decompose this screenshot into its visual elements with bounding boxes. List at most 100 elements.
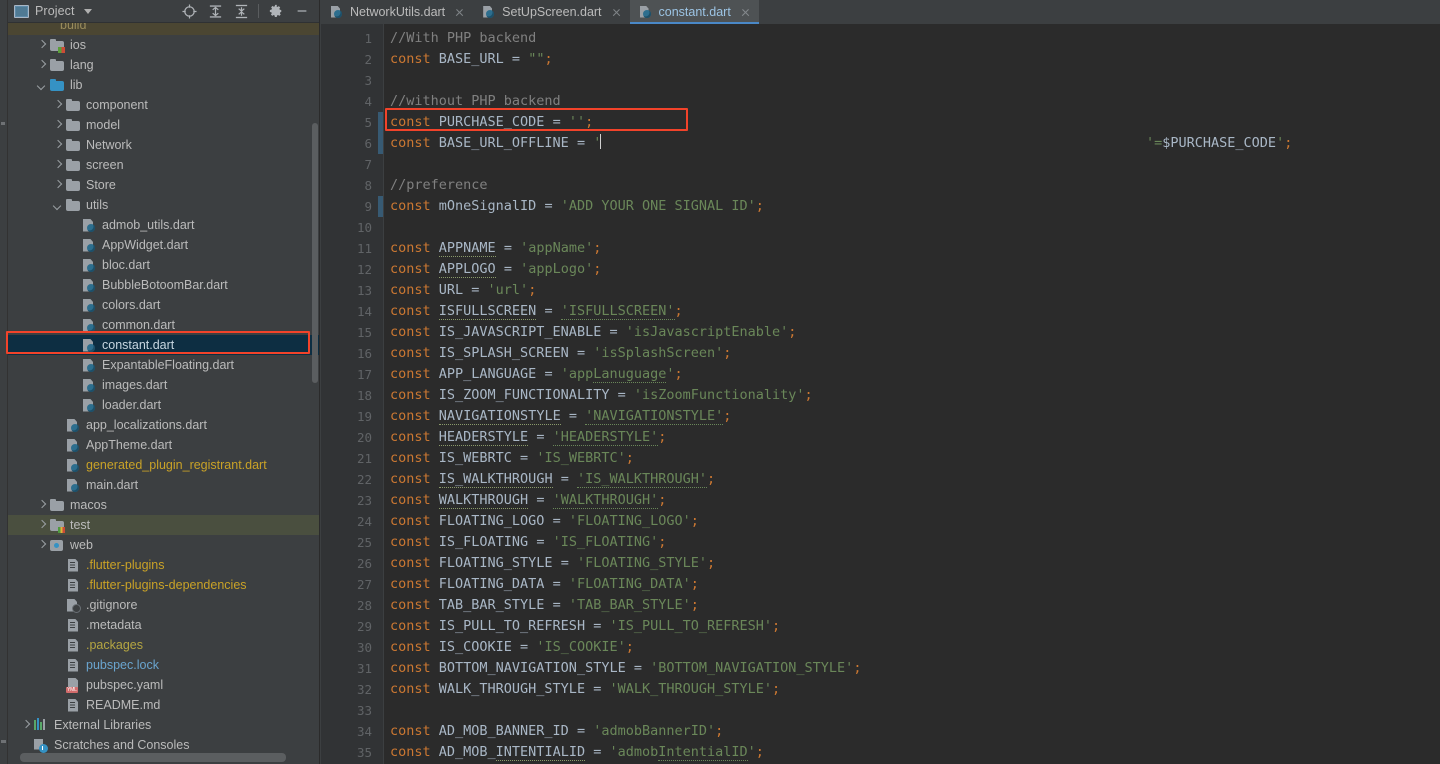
chevron-right-icon[interactable] xyxy=(36,40,47,51)
code-line[interactable]: const IS_JAVASCRIPT_ENABLE = 'isJavascri… xyxy=(390,322,1440,343)
code-line[interactable]: const APP_LANGUAGE = 'appLanuguage'; xyxy=(390,364,1440,385)
code-line[interactable]: //without PHP backend xyxy=(390,91,1440,112)
code-line[interactable]: const mOneSignalID = 'ADD YOUR ONE SIGNA… xyxy=(390,196,1440,217)
code-line[interactable]: const IS_WALKTHROUGH = 'IS_WALKTHROUGH'; xyxy=(390,469,1440,490)
code-line[interactable]: const FLOATING_DATA = 'FLOATING_DATA'; xyxy=(390,574,1440,595)
chevron-right-icon[interactable] xyxy=(36,500,47,511)
code-line[interactable] xyxy=(390,70,1440,91)
tree-item-generated-plugin-registrant-dart[interactable]: generated_plugin_registrant.dart xyxy=(8,455,319,475)
tree-item-constant-dart[interactable]: constant.dart xyxy=(8,335,319,355)
code-line[interactable]: const BOTTOM_NAVIGATION_STYLE = 'BOTTOM_… xyxy=(390,658,1440,679)
tree-horizontal-scrollbar[interactable] xyxy=(20,753,286,762)
chevron-right-icon[interactable] xyxy=(52,180,63,191)
code-line[interactable]: const AD_MOB_BANNER_ID = 'admobBannerID'… xyxy=(390,721,1440,742)
code-line[interactable]: const IS_SPLASH_SCREEN = 'isSplashScreen… xyxy=(390,343,1440,364)
code-line[interactable]: const NAVIGATIONSTYLE = 'NAVIGATIONSTYLE… xyxy=(390,406,1440,427)
code-line[interactable]: const WALKTHROUGH = 'WALKTHROUGH'; xyxy=(390,490,1440,511)
tree-item-bloc-dart[interactable]: bloc.dart xyxy=(8,255,319,275)
close-icon[interactable] xyxy=(740,7,751,18)
code-line[interactable]: const HEADERSTYLE = 'HEADERSTYLE'; xyxy=(390,427,1440,448)
locate-icon[interactable] xyxy=(176,1,202,22)
close-icon[interactable] xyxy=(454,7,465,18)
code-line[interactable]: const TAB_BAR_STYLE = 'TAB_BAR_STYLE'; xyxy=(390,595,1440,616)
chevron-down-icon[interactable] xyxy=(83,8,92,14)
tree-item-images-dart[interactable]: images.dart xyxy=(8,375,319,395)
tree-item-expantablefloating-dart[interactable]: ExpantableFloating.dart xyxy=(8,355,319,375)
collapse-all-icon[interactable] xyxy=(228,1,254,22)
tree-item-network[interactable]: Network xyxy=(8,135,319,155)
tree-item-colors-dart[interactable]: colors.dart xyxy=(8,295,319,315)
line-number-gutter[interactable]: 1 2 3 4 5 6 7 8 9 10 11 12 13 14 15 16 17 18 19 20 21 22 23 24 2… xyxy=(321,24,383,764)
code-line[interactable]: const WALK_THROUGH_STYLE = 'WALK_THROUGH… xyxy=(390,679,1440,700)
tree-item-test[interactable]: test xyxy=(8,515,319,535)
code-line[interactable]: const ISFULLSCREEN = 'ISFULLSCREEN'; xyxy=(390,301,1440,322)
tool-window-strip[interactable] xyxy=(0,0,8,764)
code-line[interactable]: const BASE_URL_OFFLINE = ' '=$PURCHASE_CO… xyxy=(390,133,1440,154)
tree-item-gitignore[interactable]: .gitignore xyxy=(8,595,319,615)
tree-item-flutter-plugins[interactable]: .flutter-plugins xyxy=(8,555,319,575)
code-line[interactable]: const IS_FLOATING = 'IS_FLOATING'; xyxy=(390,532,1440,553)
code-line[interactable]: const IS_PULL_TO_REFRESH = 'IS_PULL_TO_R… xyxy=(390,616,1440,637)
code-line[interactable]: const PURCHASE_CODE = ''; xyxy=(390,112,1440,133)
tree-item-screen[interactable]: screen xyxy=(8,155,319,175)
code-line[interactable]: const FLOATING_LOGO = 'FLOATING_LOGO'; xyxy=(390,511,1440,532)
tree-item-component[interactable]: component xyxy=(8,95,319,115)
tree-item-scratches-and-consoles[interactable]: Scratches and Consoles xyxy=(8,735,319,755)
chevron-down-icon[interactable] xyxy=(52,200,63,211)
chevron-right-icon[interactable] xyxy=(20,720,31,731)
chevron-right-icon[interactable] xyxy=(52,100,63,111)
code-line[interactable]: const BASE_URL = ""; xyxy=(390,49,1440,70)
tree-item-flutter-plugins-dependencies[interactable]: .flutter-plugins-dependencies xyxy=(8,575,319,595)
code-viewport[interactable]: 1 2 3 4 5 6 7 8 9 10 11 12 13 14 15 16 17 18 19 20 21 22 23 24 2… xyxy=(321,24,1440,764)
tree-item-web[interactable]: web xyxy=(8,535,319,555)
code-line[interactable]: const APPLOGO = 'appLogo'; xyxy=(390,259,1440,280)
code-line[interactable] xyxy=(390,217,1440,238)
tree-item-model[interactable]: model xyxy=(8,115,319,135)
tree-item-common-dart[interactable]: common.dart xyxy=(8,315,319,335)
chevron-right-icon[interactable] xyxy=(52,120,63,131)
tree-item-build-partial[interactable]: build xyxy=(8,23,319,35)
tree-item-macos[interactable]: macos xyxy=(8,495,319,515)
tree-item-metadata[interactable]: .metadata xyxy=(8,615,319,635)
project-tree-scroll[interactable]: build ios lang lib component model Network scr… xyxy=(8,23,319,764)
tree-item-utils[interactable]: utils xyxy=(8,195,319,215)
code-line[interactable]: const IS_ZOOM_FUNCTIONALITY = 'isZoomFun… xyxy=(390,385,1440,406)
tree-item-packages[interactable]: .packages xyxy=(8,635,319,655)
tree-item-pubspec-yaml[interactable]: YML pubspec.yaml xyxy=(8,675,319,695)
close-icon[interactable] xyxy=(611,7,622,18)
code-line[interactable]: const IS_WEBRTC = 'IS_WEBRTC'; xyxy=(390,448,1440,469)
tree-item-lib[interactable]: lib xyxy=(8,75,319,95)
editor-tab[interactable]: NetworkUtils.dart xyxy=(321,0,473,24)
chevron-right-icon[interactable] xyxy=(52,160,63,171)
tree-item-readme-md[interactable]: README.md xyxy=(8,695,319,715)
code-line[interactable]: //preference xyxy=(390,175,1440,196)
tree-item-external-libraries[interactable]: External Libraries xyxy=(8,715,319,735)
gear-icon[interactable] xyxy=(263,1,289,22)
tree-item-bubblebotoombar-dart[interactable]: BubbleBotoomBar.dart xyxy=(8,275,319,295)
tree-item-store[interactable]: Store xyxy=(8,175,319,195)
code-line[interactable]: const APPNAME = 'appName'; xyxy=(390,238,1440,259)
tree-item-ios[interactable]: ios xyxy=(8,35,319,55)
code-content[interactable]: //With PHP backend const BASE_URL = ""; //… xyxy=(383,24,1440,764)
code-line[interactable]: const AD_MOB_INTENTIALID = 'admobIntenti… xyxy=(390,742,1440,763)
tree-item-app-localizations-dart[interactable]: app_localizations.dart xyxy=(8,415,319,435)
tree-item-loader-dart[interactable]: loader.dart xyxy=(8,395,319,415)
chevron-down-icon[interactable] xyxy=(36,80,47,91)
tree-item-pubspec-lock[interactable]: pubspec.lock xyxy=(8,655,319,675)
code-line[interactable]: const FLOATING_STYLE = 'FLOATING_STYLE'; xyxy=(390,553,1440,574)
chevron-right-icon[interactable] xyxy=(36,520,47,531)
editor-tab[interactable]: SetUpScreen.dart xyxy=(473,0,629,24)
code-line[interactable]: //With PHP backend xyxy=(390,28,1440,49)
minimize-icon[interactable] xyxy=(289,1,315,22)
code-line[interactable]: const URL = 'url'; xyxy=(390,280,1440,301)
tree-vertical-scrollbar[interactable] xyxy=(312,123,318,383)
tree-item-appwidget-dart[interactable]: AppWidget.dart xyxy=(8,235,319,255)
chevron-right-icon[interactable] xyxy=(36,540,47,551)
code-line[interactable] xyxy=(390,154,1440,175)
chevron-right-icon[interactable] xyxy=(36,60,47,71)
tree-item-main-dart[interactable]: main.dart xyxy=(8,475,319,495)
tree-item-lang[interactable]: lang xyxy=(8,55,319,75)
tree-item-apptheme-dart[interactable]: AppTheme.dart xyxy=(8,435,319,455)
tree-item-admob-utils-dart[interactable]: admob_utils.dart xyxy=(8,215,319,235)
project-view-selector[interactable]: Project xyxy=(14,4,92,18)
